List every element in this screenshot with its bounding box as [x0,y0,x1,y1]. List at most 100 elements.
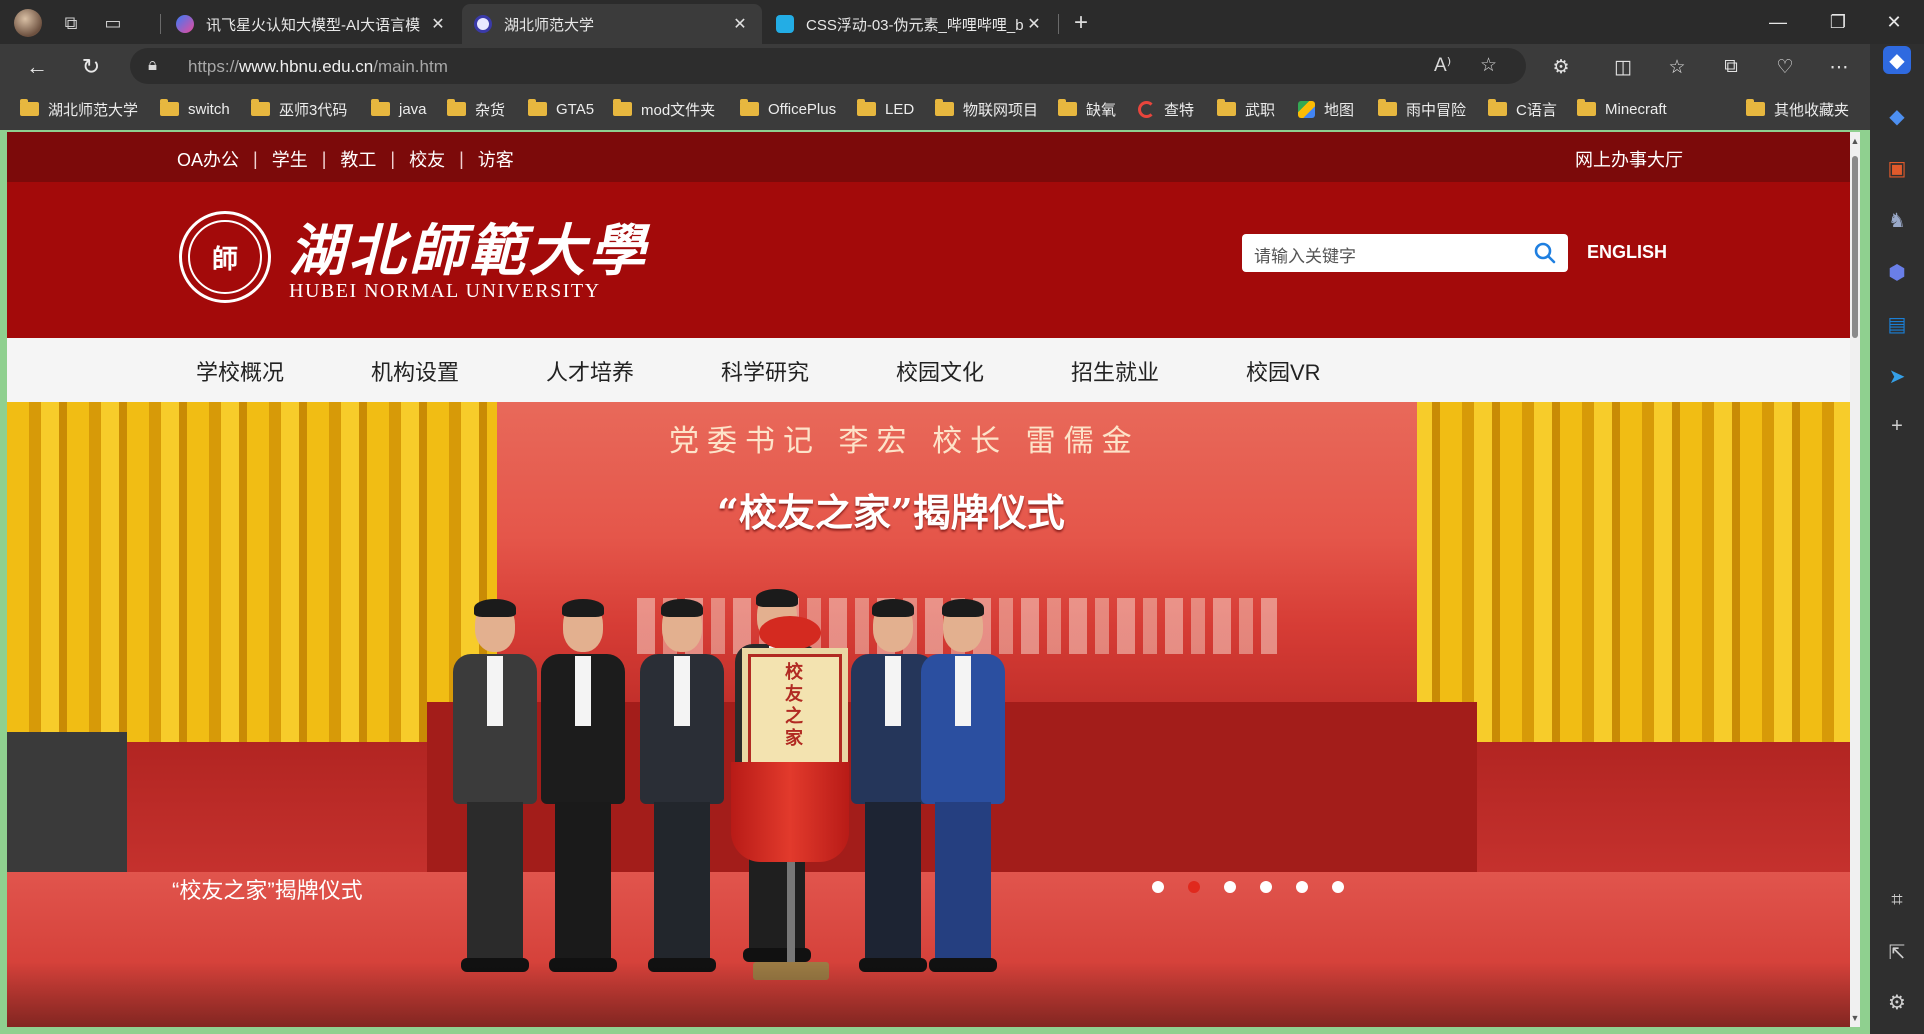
hero-carousel[interactable]: 党委书记 李宏 校长 雷儒金 “校友之家”揭牌仪式 校友之家 “校友之家”揭牌仪… [7,402,1850,1027]
tag-icon[interactable]: ◆ [1883,102,1911,130]
close-tab-icon[interactable]: ✕ [730,14,750,34]
scrollbar-thumb[interactable] [1852,156,1858,338]
tab-title: 讯飞星火认知大模型-AI大语言模 [206,16,421,34]
favorites-icon[interactable]: ☆ [1662,52,1692,82]
nav-item[interactable]: 学校概况 [196,355,284,387]
bookmark-item[interactable]: 杂货 [447,98,505,120]
close-tab-icon[interactable]: ✕ [428,14,448,34]
bookmark-item[interactable]: LED [857,98,914,120]
copilot-icon[interactable]: ◆ [1883,46,1911,74]
favorite-star-icon[interactable]: ☆ [1480,54,1497,77]
english-version-link[interactable]: ENGLISH [1587,242,1667,263]
close-tab-icon[interactable]: ✕ [1024,14,1044,34]
bookmark-item[interactable]: 巫师3代码 [251,98,347,120]
nav-item[interactable]: 机构设置 [371,355,459,387]
bookmark-item[interactable]: 物联网项目 [935,98,1038,120]
split-screen-icon[interactable]: ◫ [1608,52,1638,82]
site-search-box[interactable]: 请输入关键字 [1242,234,1568,272]
bookmark-item[interactable]: mod文件夹 [613,98,715,120]
outlook-icon[interactable]: ▤ [1883,310,1911,338]
minimize-button[interactable]: — [1750,0,1806,44]
tab-actions-icon[interactable]: ▭ [100,10,126,36]
address-bar[interactable]: 🔒︎ https://www.hbnu.edu.cn/main.htm A⁾ ☆ [130,48,1526,84]
tab-bilibili[interactable]: CSS浮动-03-伪元素_哔哩哔哩_bil ✕ [764,4,1056,44]
folder-icon [1378,99,1397,116]
bookmark-label: OfficePlus [768,100,837,118]
nav-item[interactable]: 科学研究 [721,355,809,387]
add-sidebar-app-icon[interactable]: + [1883,412,1911,440]
slide-caption[interactable]: “校友之家”揭牌仪式 [172,873,363,905]
new-tab-button[interactable]: + [1068,10,1094,36]
open-external-icon[interactable]: ⇱ [1883,938,1911,966]
bookmark-item[interactable]: java [371,98,427,120]
tab-separator [1058,14,1059,34]
folder-icon [1217,99,1236,116]
site-topbar: OA办公 | 学生 | 教工 | 校友 | 访客 网上办事大厅 [7,132,1850,182]
extensions-icon[interactable]: ⚙︎ [1546,52,1576,82]
profile-avatar[interactable] [14,9,42,37]
bookmark-item[interactable]: switch [160,98,230,120]
browser-essentials-icon[interactable]: ♡ [1770,52,1800,82]
browser-titlebar: ⧉ ▭ 讯飞星火认知大模型-AI大语言模 ✕ 湖北师范大学 ✕ CSS浮动-03… [0,0,1924,44]
tab-title: 湖北师范大学 [504,16,595,34]
bookmark-label: 缺氧 [1086,101,1117,119]
scroll-up-arrow-icon[interactable]: ▲ [1850,136,1860,146]
scroll-down-arrow-icon[interactable]: ▼ [1850,1013,1860,1023]
bookmark-item[interactable]: 缺氧 [1058,98,1116,120]
more-menu-icon[interactable]: ⋯ [1824,52,1854,82]
carousel-dot[interactable] [1332,881,1344,893]
bookmark-item[interactable]: 武职 [1217,98,1275,120]
bookmark-item[interactable]: 查特 [1138,98,1194,120]
settings-gear-icon[interactable]: ⚙︎ [1883,988,1911,1016]
bookmark-label: mod文件夹 [641,101,716,119]
other-bookmarks[interactable]: 其他收藏夹 [1746,98,1849,120]
games-icon[interactable]: ♞ [1883,206,1911,234]
bookmark-item[interactable]: 雨中冒险 [1378,98,1466,120]
m365-icon[interactable]: ⬢ [1883,258,1911,286]
top-link-student[interactable]: 学生 [272,146,308,172]
restore-button[interactable]: ❐ [1810,0,1866,44]
toolbox-icon[interactable]: ▣ [1883,154,1911,182]
nav-item[interactable]: 校园文化 [896,355,984,387]
page-scrollbar[interactable]: ▲ ▼ [1850,132,1860,1027]
bookmark-item[interactable]: OfficePlus [740,98,836,120]
carousel-dot[interactable] [1296,881,1308,893]
online-service-hall-link[interactable]: 网上办事大厅 [1575,146,1683,172]
close-window-button[interactable]: ✕ [1866,0,1922,44]
url-text[interactable]: https://www.hbnu.edu.cn/main.htm [188,57,448,77]
bookmark-item[interactable]: GTA5 [528,98,594,120]
top-link-staff[interactable]: 教工 [340,146,376,172]
bookmark-item[interactable]: 湖北师范大学 [20,98,138,120]
workspaces-icon[interactable]: ⧉ [58,10,84,36]
folder-icon [20,99,39,116]
lock-icon[interactable]: 🔒︎ [148,55,157,75]
university-name-cn[interactable]: 湖北師範大學 [289,206,649,287]
bookmark-item[interactable]: C语言 [1488,98,1557,120]
bookmark-item[interactable]: 地图 [1298,98,1354,120]
bookmark-item[interactable]: Minecraft [1577,98,1667,120]
screenshot-icon[interactable]: ⌗ [1883,886,1911,914]
nav-item[interactable]: 校园VR [1246,355,1321,387]
search-placeholder[interactable]: 请输入关键字 [1254,242,1356,267]
nav-item[interactable]: 招生就业 [1071,355,1159,387]
top-link-visitor[interactable]: 访客 [478,146,514,172]
bookmark-label: java [399,100,427,118]
top-link-alumni[interactable]: 校友 [409,146,445,172]
refresh-button[interactable]: ↻ [76,52,106,82]
tab-hbnu[interactable]: 湖北师范大学 ✕ [462,4,762,44]
collections-icon[interactable]: ⧉ [1716,52,1746,82]
read-aloud-icon[interactable]: A⁾ [1434,54,1451,77]
nav-item[interactable]: 人才培养 [546,355,634,387]
carousel-dot[interactable] [1260,881,1272,893]
university-name-en[interactable]: HUBEI NORMAL UNIVERSITY [289,280,601,303]
tab-xinghuo[interactable]: 讯飞星火认知大模型-AI大语言模 ✕ [164,4,460,44]
back-button[interactable]: ← [22,52,52,82]
carousel-dot-active[interactable] [1188,881,1200,893]
university-emblem[interactable]: 師 [179,211,271,303]
top-link-oa[interactable]: OA办公 [177,146,239,172]
search-icon[interactable] [1532,240,1558,266]
send-icon[interactable]: ➤ [1883,362,1911,390]
carousel-dot[interactable] [1152,881,1164,893]
carousel-dot[interactable] [1224,881,1236,893]
bookmark-label: C语言 [1516,101,1557,119]
